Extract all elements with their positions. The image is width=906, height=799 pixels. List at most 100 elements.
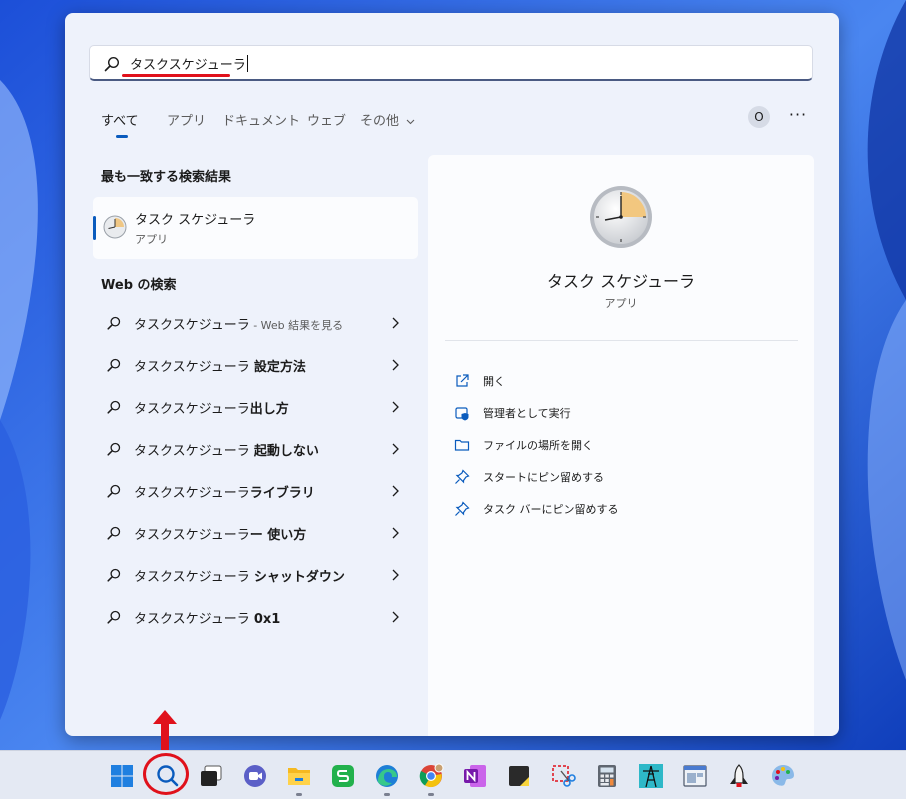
details-app-name: タスク スケジューラ [547, 272, 695, 291]
tab-all[interactable]: すべて [101, 110, 139, 129]
web-result-row[interactable]: タスクスケジューラ出し方 [93, 389, 418, 425]
best-match-name: タスク スケジューラ [135, 213, 256, 228]
web-result-text: タスクスケジューラライブラリ [134, 482, 315, 501]
app-s-icon[interactable] [330, 763, 356, 789]
start-search-panel: タスクスケジューラ すべて アプリ ドキュメント ウェブ その他 O ··· 最… [65, 13, 839, 736]
web-result-suggestion: 出し方 [249, 402, 289, 417]
web-result-row[interactable]: タスクスケジューラ 0x1 [93, 599, 418, 635]
tab-more[interactable]: その他 [360, 110, 415, 129]
search-icon [107, 568, 121, 582]
snipping-tool-icon[interactable] [550, 763, 576, 789]
search-icon [107, 316, 121, 330]
web-result-suggestion: 設定方法 [253, 360, 306, 375]
web-result-text: タスクスケジューラ シャットダウン [134, 566, 345, 585]
chevron-down-icon [406, 119, 415, 125]
web-result-row[interactable]: タスクスケジューラライブラリ [93, 473, 418, 509]
shield-icon [455, 407, 469, 421]
action-open-file-location-label: ファイルの場所を開く [483, 439, 593, 452]
profile-button[interactable]: O [748, 106, 770, 128]
web-result-row[interactable]: タスクスケジューラ シャットダウン [93, 557, 418, 593]
annotation-underline [122, 74, 230, 77]
tab-selected-indicator [116, 135, 128, 138]
search-icon [107, 610, 121, 624]
web-result-suggestion: 0x1 [253, 612, 281, 627]
web-result-query: タスクスケジューラ [134, 444, 254, 459]
web-result-suggestion: 起動しない [253, 444, 319, 459]
paint-icon[interactable] [770, 763, 796, 789]
web-result-query: タスクスケジューラ [134, 402, 250, 417]
chevron-right-icon [392, 401, 399, 413]
tab-more-label: その他 [360, 114, 400, 129]
web-result-query: タスクスケジューラ [134, 612, 254, 627]
chevron-right-icon [392, 359, 399, 371]
open-icon [456, 374, 469, 387]
search-icon [107, 484, 121, 498]
tab-apps[interactable]: アプリ [167, 110, 206, 129]
chevron-right-icon [392, 527, 399, 539]
web-result-row[interactable]: タスクスケジューラー 使い方 [93, 515, 418, 551]
web-result-suggestion: ー 使い方 [249, 528, 307, 543]
tower-app-icon[interactable] [638, 763, 664, 789]
task-view-icon[interactable] [198, 763, 224, 789]
window-app-icon[interactable] [682, 763, 708, 789]
action-open-label: 開く [483, 375, 505, 388]
web-result-text: タスクスケジューラ 設定方法 [134, 356, 306, 375]
web-result-query: タスクスケジューラ [134, 528, 250, 543]
web-result-sub: - Web 結果を見る [249, 319, 344, 332]
web-result-text: タスクスケジューラ 0x1 [134, 608, 280, 627]
clock-icon [103, 215, 127, 239]
web-result-query: タスクスケジューラ [134, 318, 250, 333]
web-result-row[interactable]: タスクスケジューラ 設定方法 [93, 347, 418, 383]
web-result-row[interactable]: タスクスケジューラ 起動しない [93, 431, 418, 467]
chrome-icon[interactable] [418, 763, 444, 789]
web-result-text: タスクスケジューラ出し方 [134, 398, 289, 417]
annotation-arrow [153, 710, 177, 750]
pin-icon [455, 501, 470, 516]
search-input[interactable]: タスクスケジューラ [130, 54, 248, 73]
search-icon [107, 526, 121, 540]
sticky-notes-icon[interactable] [506, 763, 532, 789]
tab-web[interactable]: ウェブ [307, 110, 346, 129]
chevron-right-icon [392, 317, 399, 329]
chevron-right-icon [392, 611, 399, 623]
web-search-heading: Web の検索 [101, 278, 177, 293]
rocket-app-icon[interactable] [726, 763, 752, 789]
calculator-icon[interactable] [594, 763, 620, 789]
best-match-type: アプリ [135, 233, 168, 246]
taskbar [0, 750, 906, 799]
chat-icon[interactable] [242, 763, 268, 789]
windows-start-icon[interactable] [109, 763, 135, 789]
edge-icon[interactable] [374, 763, 400, 789]
chevron-right-icon [392, 569, 399, 581]
web-result-suggestion: シャットダウン [253, 570, 345, 585]
web-result-suggestion: ライブラリ [249, 486, 315, 501]
running-indicator [428, 793, 434, 796]
chevron-right-icon [392, 485, 399, 497]
web-result-query: タスクスケジューラ [134, 360, 254, 375]
chevron-right-icon [392, 443, 399, 455]
search-icon [107, 358, 121, 372]
action-pin-to-start-label: スタートにピン留めする [483, 471, 604, 484]
best-match-item[interactable]: タスク スケジューラ アプリ [93, 197, 418, 259]
best-match-heading: 最も一致する検索結果 [101, 170, 232, 185]
web-result-text: タスクスケジューラ - Web 結果を見る [134, 314, 343, 333]
running-indicator [384, 793, 390, 796]
search-icon [107, 442, 121, 456]
details-pane: タスク スケジューラ アプリ 開く 管理者として実行 ファイルの場所を開く スタ… [428, 155, 814, 736]
annotation-circle [143, 753, 189, 795]
file-explorer-icon[interactable] [286, 763, 312, 789]
folder-icon [454, 439, 470, 451]
web-result-text: タスクスケジューラ 起動しない [134, 440, 319, 459]
more-options-button[interactable]: ··· [787, 105, 809, 127]
web-result-query: タスクスケジューラ [134, 486, 250, 501]
running-indicator [296, 793, 302, 796]
tab-documents[interactable]: ドキュメント [222, 110, 300, 129]
selection-accent [93, 216, 96, 240]
search-icon [107, 400, 121, 414]
web-result-text: タスクスケジューラー 使い方 [134, 524, 306, 543]
web-result-row[interactable]: タスクスケジューラ - Web 結果を見る [93, 305, 418, 341]
divider [445, 340, 798, 341]
clock-icon [590, 186, 652, 248]
onenote-icon[interactable] [462, 763, 488, 789]
search-icon [104, 56, 120, 72]
